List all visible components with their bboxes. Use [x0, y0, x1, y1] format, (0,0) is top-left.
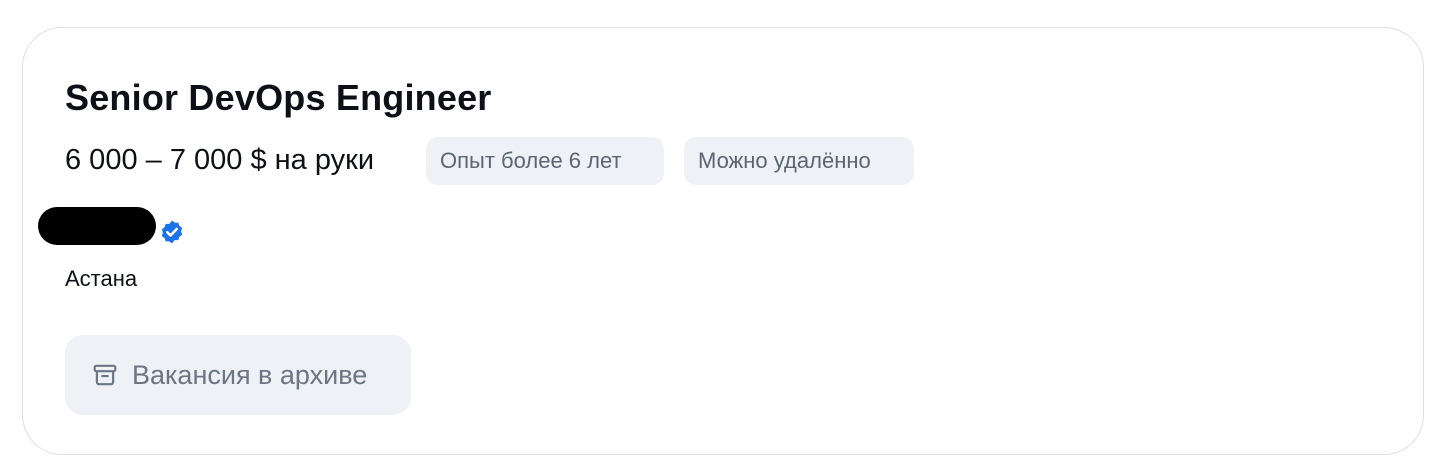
- experience-tag: Опыт более 6 лет: [426, 137, 664, 185]
- salary-range: 6 000 – 7 000 $ на руки: [65, 144, 375, 176]
- vacancy-title[interactable]: Senior DevOps Engineer: [65, 76, 492, 120]
- verified-badge-icon: [161, 220, 183, 244]
- vacancy-city: Астана: [65, 266, 138, 291]
- company-name-redacted[interactable]: [38, 207, 156, 245]
- remote-work-tag: Можно удалённо: [684, 137, 914, 185]
- archived-vacancy-button[interactable]: Вакансия в архиве: [65, 335, 411, 415]
- archive-box-icon: [93, 364, 117, 386]
- archived-vacancy-label: Вакансия в архиве: [132, 359, 368, 390]
